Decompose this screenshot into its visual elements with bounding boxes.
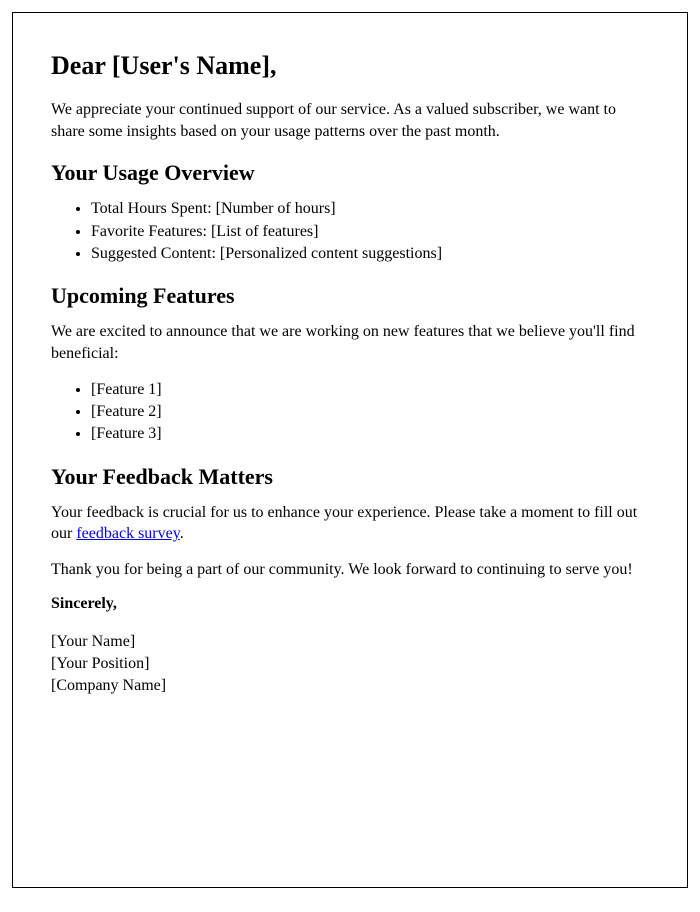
usage-overview-heading: Your Usage Overview [51,160,649,186]
signature-name: [Your Name] [51,631,649,653]
list-item: Favorite Features: [List of features] [91,221,649,243]
list-item: Suggested Content: [Personalized content… [91,243,649,265]
feedback-paragraph: Your feedback is crucial for us to enhan… [51,502,649,545]
upcoming-list: [Feature 1] [Feature 2] [Feature 3] [51,379,649,446]
feedback-survey-link[interactable]: feedback survey [76,525,179,542]
feedback-text-after: . [180,525,184,542]
closing: Sincerely, [51,595,649,613]
signature-position: [Your Position] [51,653,649,675]
letter-page: Dear [User's Name], We appreciate your c… [12,12,688,888]
intro-paragraph: We appreciate your continued support of … [51,99,649,142]
list-item: Total Hours Spent: [Number of hours] [91,198,649,220]
list-item: [Feature 3] [91,423,649,445]
thank-you-paragraph: Thank you for being a part of our commun… [51,559,649,581]
greeting: Dear [User's Name], [51,51,649,81]
signature-company: [Company Name] [51,675,649,697]
list-item: [Feature 1] [91,379,649,401]
upcoming-features-heading: Upcoming Features [51,283,649,309]
usage-list: Total Hours Spent: [Number of hours] Fav… [51,198,649,265]
feedback-heading: Your Feedback Matters [51,464,649,490]
upcoming-intro-paragraph: We are excited to announce that we are w… [51,321,649,364]
list-item: [Feature 2] [91,401,649,423]
